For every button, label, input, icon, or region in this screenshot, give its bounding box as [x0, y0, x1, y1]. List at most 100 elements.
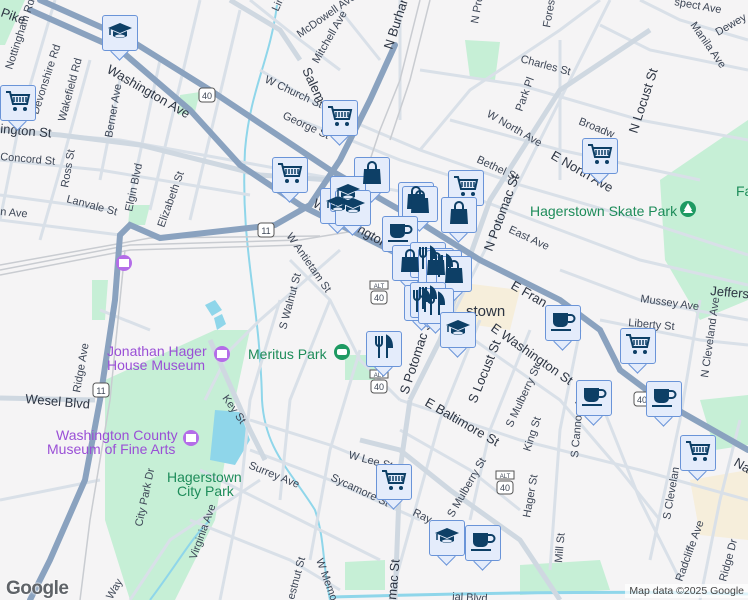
- grocery-marker[interactable]: [272, 157, 308, 203]
- shopping-bag-icon: [448, 200, 470, 230]
- graduation-cap-icon: [340, 196, 366, 221]
- grocery-marker[interactable]: [582, 138, 618, 184]
- marker-box: [576, 380, 612, 416]
- coffee-cup-icon: [550, 310, 576, 337]
- marker-box: [441, 197, 477, 233]
- restaurant-marker[interactable]: [366, 331, 402, 377]
- coffee-cup-icon: [470, 530, 496, 557]
- shopping-cart-icon: [381, 469, 407, 496]
- museum-icon: [119, 259, 129, 267]
- label-mill-st: Mill St: [553, 532, 568, 563]
- marker-box: [429, 520, 465, 556]
- map-view[interactable]: 40 11 11 ALT 40 ALT 40 ALT 40 40 Pike No…: [0, 0, 748, 600]
- label-n-locust-st: N Locust St: [626, 66, 661, 135]
- label-surrey-ave: Surrey Ave: [247, 460, 301, 491]
- shopping-cart-icon: [685, 440, 711, 467]
- route-shield-us40: 40: [198, 87, 216, 103]
- route-shield-us11-south: 11: [92, 382, 110, 398]
- marker-box: [335, 190, 371, 226]
- poi-hagerstown-skate-park[interactable]: Hagerstown Skate Park: [530, 201, 696, 219]
- svg-text:Meritus Park: Meritus Park: [248, 346, 328, 362]
- marker-box: [322, 100, 358, 136]
- label-fairgrounds: Fa: [736, 183, 748, 199]
- graduation-cap-icon: [107, 21, 133, 46]
- poi-hagerstown-city-park[interactable]: Hagerstown City Park: [167, 469, 242, 499]
- marker-box: [646, 381, 682, 417]
- shopping-cart-icon: [277, 162, 303, 189]
- label-s-mulberry-st-2: S Mulberry St: [445, 456, 489, 520]
- museum-icon: [186, 434, 196, 442]
- shopping-cart-icon: [625, 333, 651, 360]
- svg-text:40: 40: [374, 293, 384, 303]
- label-wesel-blvd: Wesel Blvd: [25, 391, 91, 412]
- svg-text:Museum of Fine Arts: Museum of Fine Arts: [47, 441, 175, 457]
- label-prospect-ave: spect Ave: [673, 0, 722, 16]
- coffee-cup-icon: [651, 386, 677, 413]
- grocery-marker[interactable]: [322, 100, 358, 146]
- svg-text:40: 40: [374, 382, 384, 392]
- graduation-cap-icon: [445, 318, 471, 343]
- shopping-bag-icon: [409, 189, 431, 219]
- shopping-marker[interactable]: [441, 197, 477, 243]
- marker-box: [582, 138, 618, 174]
- label-hager-st: Hager St: [521, 474, 540, 519]
- google-logo: Google: [6, 578, 69, 599]
- svg-text:Hagerstown Skate Park: Hagerstown Skate Park: [530, 203, 678, 219]
- coffee-marker[interactable]: [646, 381, 682, 427]
- grocery-marker[interactable]: [680, 435, 716, 481]
- stadium-icon: [337, 349, 347, 355]
- grocery-marker[interactable]: [376, 464, 412, 510]
- shopping-cart-icon: [587, 143, 613, 170]
- marker-box: [102, 15, 138, 51]
- label-ridge-dr: Ridge Dr: [717, 537, 740, 582]
- label-forest: Forest: [541, 0, 558, 29]
- map-base[interactable]: 40 11 11 ALT 40 ALT 40 ALT 40 40 Pike No…: [0, 0, 748, 600]
- marker-box: [0, 85, 36, 121]
- label-way: Way: [104, 576, 125, 600]
- museum-icon: [217, 350, 227, 358]
- route-shield-alt40-east: ALT 40: [495, 470, 515, 495]
- label-park-pl: Park Pl: [514, 76, 537, 113]
- coffee-marker[interactable]: [576, 380, 612, 426]
- coffee-marker[interactable]: [465, 525, 501, 571]
- coffee-marker[interactable]: [545, 305, 581, 351]
- marker-box: [376, 464, 412, 500]
- grocery-marker[interactable]: [620, 328, 656, 374]
- fork-knife-icon: [373, 333, 395, 365]
- marker-box: [465, 525, 501, 561]
- school-marker[interactable]: [335, 190, 371, 236]
- marker-box: [272, 157, 308, 193]
- svg-text:City Park: City Park: [177, 483, 235, 499]
- svg-text:40: 40: [202, 91, 212, 101]
- route-shield-alt40: ALT 40: [369, 280, 389, 305]
- svg-text:40: 40: [500, 483, 510, 493]
- label-radcliffe-ave: Radcliffe Ave: [674, 519, 707, 583]
- grocery-marker[interactable]: [0, 85, 36, 131]
- marker-box: [440, 312, 476, 348]
- graduation-cap-icon: [434, 526, 460, 551]
- map-attribution[interactable]: Map data ©2025 Google: [625, 584, 748, 598]
- marker-box: [545, 305, 581, 341]
- school-marker[interactable]: [102, 15, 138, 61]
- shopping-cart-icon: [5, 90, 31, 117]
- label-broadway: Broadw: [577, 116, 616, 141]
- label-n-ave: n Ave: [0, 206, 28, 220]
- label-concord-st: Concord St: [0, 151, 56, 168]
- marker-box: [680, 435, 716, 471]
- marker-box: [620, 328, 656, 364]
- label-lanvale-st: Lanvale St: [65, 193, 118, 218]
- label-n-pro: N Pro: [469, 0, 486, 25]
- svg-text:ALT: ALT: [374, 284, 385, 290]
- label-ridge-ave: Ridge Ave: [71, 342, 91, 393]
- label-king-st: King St: [521, 415, 543, 452]
- marker-box: [366, 331, 402, 367]
- svg-text:House Museum: House Museum: [107, 357, 205, 373]
- school-marker[interactable]: [440, 312, 476, 358]
- label-ling: Ling: [270, 0, 290, 13]
- poi-museum-north[interactable]: [116, 255, 132, 271]
- school-marker[interactable]: [429, 520, 465, 566]
- poi-meritus-park[interactable]: Meritus Park: [248, 344, 350, 362]
- svg-text:ALT: ALT: [500, 474, 511, 480]
- label-berner-ave: Berner Ave: [103, 83, 124, 138]
- route-shield-us11: 11: [257, 222, 275, 238]
